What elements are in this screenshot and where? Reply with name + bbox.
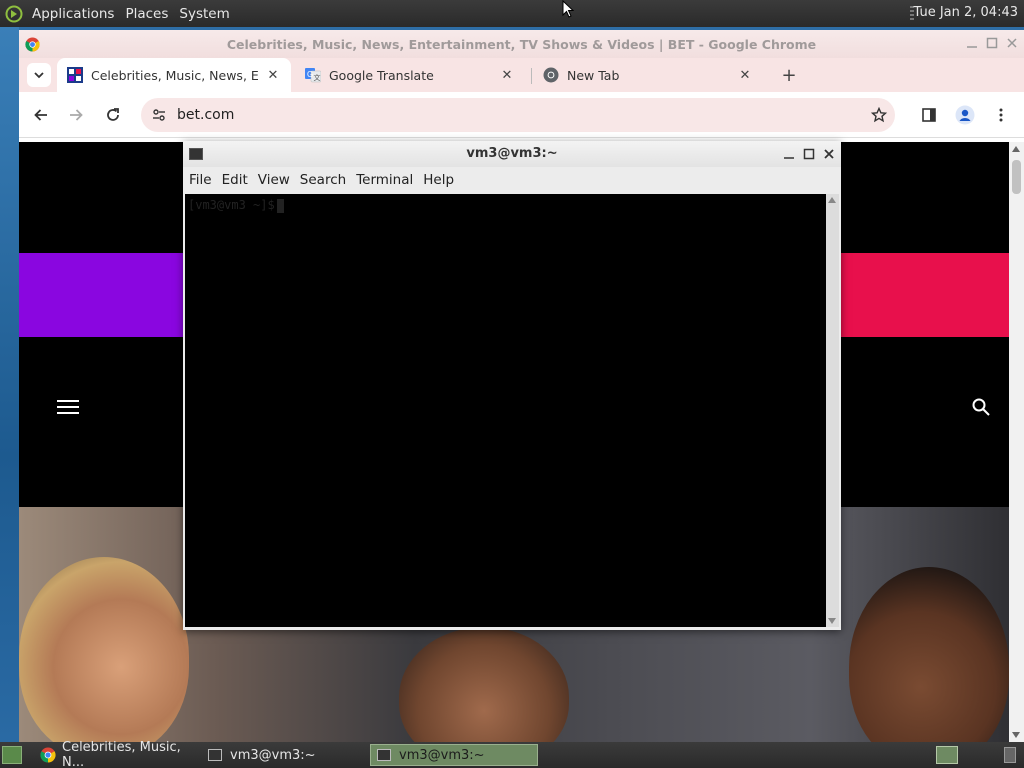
distro-logo-icon[interactable] xyxy=(3,3,25,25)
chrome-icon xyxy=(25,36,40,52)
mouse-cursor-icon xyxy=(562,0,575,22)
task-terminal-2[interactable]: vm3@vm3:~ xyxy=(370,744,538,766)
close-icon[interactable] xyxy=(820,145,837,162)
search-icon[interactable] xyxy=(971,397,993,419)
bet-favicon-icon xyxy=(67,67,83,83)
tab-close-icon[interactable]: ✕ xyxy=(737,67,753,83)
back-arrow-icon[interactable] xyxy=(29,103,53,127)
menu-file[interactable]: File xyxy=(185,172,216,188)
side-panel-icon[interactable] xyxy=(917,103,941,127)
tab-separator xyxy=(531,68,532,84)
task-label: vm3@vm3:~ xyxy=(399,747,485,763)
top-panel: Applications Places System Tue Jan 2, 04… xyxy=(0,0,1024,27)
purple-banner xyxy=(19,253,189,337)
more-menu-icon[interactable] xyxy=(989,103,1013,127)
minimize-icon[interactable] xyxy=(780,145,797,162)
new-tab-button[interactable]: + xyxy=(777,63,801,87)
tab-close-icon[interactable]: ✕ xyxy=(499,67,515,83)
terminal-icon xyxy=(377,749,391,761)
clock[interactable]: Tue Jan 2, 04:43 xyxy=(913,5,1018,20)
address-bar[interactable]: bet.com xyxy=(141,98,895,132)
task-terminal-1[interactable]: vm3@vm3:~ xyxy=(202,744,368,766)
tab-new-tab[interactable]: New Tab ✕ xyxy=(533,58,763,92)
pink-banner xyxy=(839,253,1009,337)
url-text[interactable]: bet.com xyxy=(177,107,234,123)
tab-close-icon[interactable]: ✕ xyxy=(265,67,281,83)
menu-edit[interactable]: Edit xyxy=(218,172,252,188)
forward-arrow-icon[interactable] xyxy=(64,103,88,127)
taskbar: Celebrities, Music, N... vm3@vm3:~ vm3@v… xyxy=(0,740,1024,768)
chrome-titlebar[interactable]: Celebrities, Music, News, Entertainment,… xyxy=(19,30,1024,58)
tab-strip: Celebrities, Music, News, Ent ✕ G文 Googl… xyxy=(19,58,1024,92)
terminal-titlebar[interactable]: vm3@vm3:~ xyxy=(183,141,841,167)
scrollbar-thumb[interactable] xyxy=(1012,160,1021,194)
google-translate-icon: G文 xyxy=(305,67,322,83)
menu-search[interactable]: Search xyxy=(296,172,350,188)
bookmark-star-icon[interactable] xyxy=(869,105,889,125)
svg-text:G: G xyxy=(307,70,313,79)
terminal-title: vm3@vm3:~ xyxy=(466,146,558,161)
tab-bet[interactable]: Celebrities, Music, News, Ent ✕ xyxy=(57,58,291,92)
tab-google-translate[interactable]: G文 Google Translate ✕ xyxy=(295,58,525,92)
svg-text:文: 文 xyxy=(314,73,321,82)
terminal-icon xyxy=(208,749,222,761)
site-info-icon[interactable] xyxy=(149,105,169,125)
desktop-wallpaper xyxy=(0,27,19,742)
tab-label: New Tab xyxy=(567,67,620,83)
system-menu[interactable]: System xyxy=(175,6,233,22)
tab-label: Google Translate xyxy=(329,67,434,83)
window-title: Celebrities, Music, News, Entertainment,… xyxy=(226,37,817,52)
menu-help[interactable]: Help xyxy=(419,172,458,188)
terminal-window: vm3@vm3:~ File Edit View Search Terminal… xyxy=(183,141,841,630)
menu-view[interactable]: View xyxy=(254,172,294,188)
trash-icon[interactable] xyxy=(1004,747,1016,763)
show-desktop-icon[interactable] xyxy=(2,746,22,764)
task-label: vm3@vm3:~ xyxy=(230,747,316,763)
browser-toolbar: bet.com xyxy=(19,92,1024,138)
terminal-screen[interactable]: [vm3@vm3 ~]$ xyxy=(185,194,826,627)
menu-terminal[interactable]: Terminal xyxy=(352,172,417,188)
page-scrollbar[interactable] xyxy=(1009,142,1024,742)
tab-label: Celebrities, Music, News, Ent xyxy=(91,67,259,83)
task-chrome[interactable]: Celebrities, Music, N... xyxy=(34,740,200,768)
task-label: Celebrities, Music, N... xyxy=(62,740,181,768)
maximize-icon[interactable] xyxy=(984,35,1000,51)
hamburger-menu-icon[interactable] xyxy=(57,397,79,417)
terminal-menubar: File Edit View Search Terminal Help xyxy=(183,167,841,193)
places-menu[interactable]: Places xyxy=(121,6,172,22)
chevron-down-icon xyxy=(34,72,44,79)
maximize-icon[interactable] xyxy=(800,145,817,162)
close-icon[interactable] xyxy=(1004,35,1020,51)
profile-avatar-icon[interactable] xyxy=(953,103,977,127)
terminal-prompt: [vm3@vm3 ~]$ xyxy=(188,198,284,213)
terminal-scrollbar[interactable] xyxy=(826,194,839,627)
tab-search-button[interactable] xyxy=(27,63,51,87)
chrome-icon xyxy=(543,67,559,83)
text-cursor xyxy=(276,198,284,213)
applications-menu[interactable]: Applications xyxy=(28,6,118,22)
reload-icon[interactable] xyxy=(101,103,125,127)
chrome-icon xyxy=(40,747,56,763)
minimize-icon[interactable] xyxy=(964,35,980,51)
workspace-switcher[interactable] xyxy=(936,746,958,764)
